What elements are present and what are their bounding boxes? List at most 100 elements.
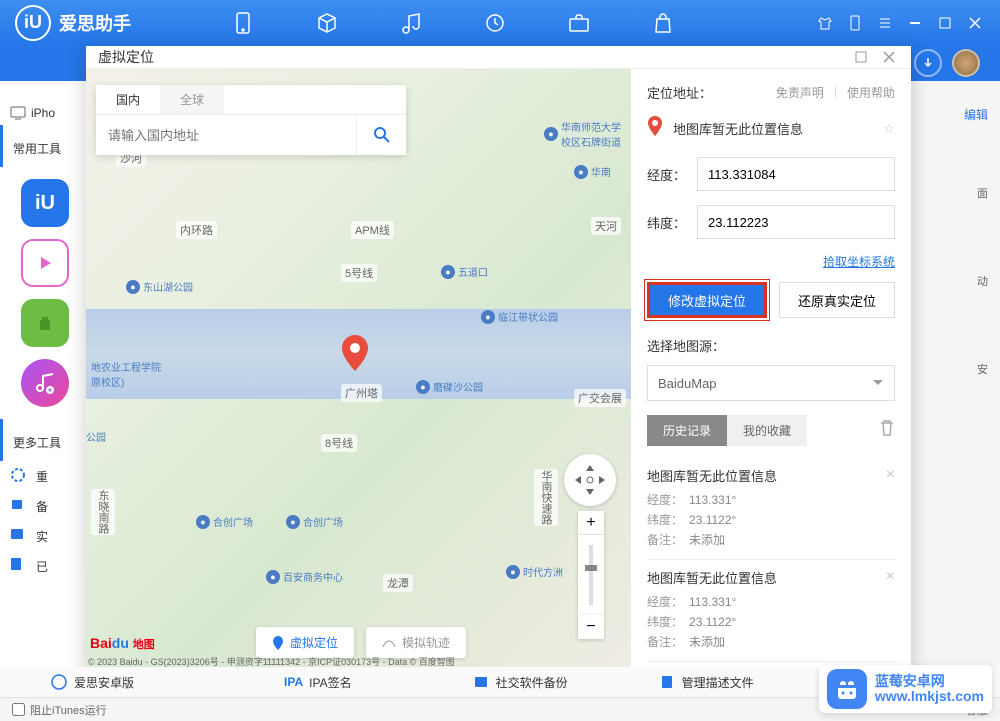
android-icon xyxy=(50,673,68,691)
tool-icon-3[interactable] xyxy=(21,299,69,347)
app-title: 爱思助手 xyxy=(59,10,131,36)
edit-link[interactable]: 编辑 xyxy=(910,100,1000,129)
toolbox-icon[interactable] xyxy=(567,11,591,35)
sb-item-2[interactable]: 实 xyxy=(0,521,90,551)
backup-icon xyxy=(10,497,28,515)
lat-input[interactable] xyxy=(697,205,895,239)
footer-social[interactable]: 社交软件备份 xyxy=(472,673,568,691)
sync-icon[interactable] xyxy=(483,11,507,35)
phone-small-icon[interactable] xyxy=(845,13,865,33)
poi-icon: ● xyxy=(266,570,280,584)
poi-icon: ● xyxy=(196,515,210,529)
bag-icon[interactable] xyxy=(651,11,675,35)
modify-location-button[interactable]: 修改虚拟定位 xyxy=(647,282,767,318)
chevron-down-icon xyxy=(872,379,884,387)
app-header: iU 爱思助手 xyxy=(0,0,1000,45)
doc-icon xyxy=(10,557,28,575)
download-icon[interactable] xyxy=(914,49,942,77)
trash-icon[interactable] xyxy=(879,419,895,442)
virtual-location-btn[interactable]: 虚拟定位 xyxy=(256,627,354,658)
phone-icon[interactable] xyxy=(231,11,255,35)
location-panel: 定位地址： 免责声明 | 使用帮助 地图库暂无此位置信息 ☆ 经度： 纬度： xyxy=(631,69,911,676)
music-icon[interactable] xyxy=(399,11,423,35)
map-source-label: 选择地图源： xyxy=(647,336,895,355)
footer-ipa[interactable]: IPA IPA签名 xyxy=(284,674,352,691)
map-marker-icon[interactable] xyxy=(342,335,368,371)
search-tab-domestic[interactable]: 国内 xyxy=(96,85,160,114)
menu-icon[interactable] xyxy=(875,13,895,33)
modal-titlebar: 虚拟定位 xyxy=(86,46,911,69)
ipa-icon: IPA xyxy=(284,675,303,689)
footer-profile[interactable]: 管理描述文件 xyxy=(658,673,754,691)
left-sidebar: iPho 常用工具 iU 更多工具 重 备 实 已 xyxy=(0,81,90,681)
poi-icon: ● xyxy=(126,280,140,294)
zoom-slider[interactable] xyxy=(578,535,604,615)
tool-icon-1[interactable]: iU xyxy=(21,179,69,227)
search-button[interactable] xyxy=(356,115,406,155)
history-delete-icon[interactable]: × xyxy=(886,466,895,484)
window-controls xyxy=(815,13,985,33)
baidu-logo: Baidu 地图 xyxy=(90,635,155,652)
modal-close-icon[interactable] xyxy=(879,47,899,67)
history-delete-icon[interactable]: × xyxy=(886,568,895,586)
social-icon xyxy=(472,673,490,691)
locate-label: 定位地址： xyxy=(647,83,717,102)
disclaimer-link[interactable]: 免责声明 xyxy=(776,84,824,101)
map-panel[interactable]: ●广州动物园 ●华南师范大学 校区石牌街道 ●华南 沙河 内环路 APM线 5号… xyxy=(86,69,631,676)
avatar-icon[interactable] xyxy=(952,49,980,77)
maximize-icon[interactable] xyxy=(935,13,955,33)
lng-label: 经度： xyxy=(647,165,697,184)
sb-item-0[interactable]: 重 xyxy=(0,461,90,491)
lat-label: 纬度： xyxy=(647,213,697,232)
watermark-icon xyxy=(827,669,867,709)
tool-icon-2[interactable] xyxy=(21,239,69,287)
device-row[interactable]: iPho xyxy=(0,101,90,125)
search-tab-global[interactable]: 全球 xyxy=(160,85,224,114)
poi-icon: ● xyxy=(416,380,430,394)
right-edge: 编辑 面 动 安 xyxy=(910,100,1000,383)
map-pan-control[interactable] xyxy=(564,454,616,506)
section-more-tools: 更多工具 xyxy=(0,419,90,461)
watermark: 蓝莓安卓网 www.lmkjst.com xyxy=(819,665,992,713)
search-input[interactable] xyxy=(96,115,356,155)
history-item[interactable]: 地图库暂无此位置信息 经度：113.331° 纬度：23.1122° 备注：未添… xyxy=(647,458,895,560)
sb-item-3[interactable]: 已 xyxy=(0,551,90,581)
zoom-out-button[interactable]: − xyxy=(578,615,604,639)
shirt-icon[interactable] xyxy=(815,13,835,33)
poi-icon: ● xyxy=(506,565,520,579)
cube-icon[interactable] xyxy=(315,11,339,35)
close-icon[interactable] xyxy=(965,13,985,33)
tab-favorites[interactable]: 我的收藏 xyxy=(727,415,807,446)
poi-icon: ● xyxy=(574,165,588,179)
poi-icon: ● xyxy=(544,127,558,141)
restore-location-button[interactable]: 还原真实定位 xyxy=(779,282,895,318)
modal-maximize-icon[interactable] xyxy=(851,47,871,67)
poi-icon: ● xyxy=(481,310,495,324)
footer-android[interactable]: 爱思安卓版 xyxy=(50,673,134,691)
location-pin-icon xyxy=(647,116,663,141)
zoom-in-button[interactable]: + xyxy=(578,511,604,535)
sb-item-1[interactable]: 备 xyxy=(0,491,90,521)
lng-input[interactable] xyxy=(697,157,895,191)
coord-system-link[interactable]: 拾取坐标系统 xyxy=(823,255,895,269)
logo-icon: iU xyxy=(15,5,51,41)
help-link[interactable]: 使用帮助 xyxy=(847,84,895,101)
map-source-select[interactable]: BaiduMap xyxy=(647,365,895,401)
itunes-checkbox[interactable]: 阻止iTunes运行 xyxy=(12,702,107,718)
profile-icon xyxy=(658,673,676,691)
modal-title: 虚拟定位 xyxy=(98,47,154,67)
loading-icon xyxy=(10,467,28,485)
favorite-toggle[interactable]: ☆ xyxy=(883,121,895,137)
minimize-icon[interactable] xyxy=(905,13,925,33)
tab-history[interactable]: 历史记录 xyxy=(647,415,727,446)
virtual-location-modal: 虚拟定位 ●广州动物园 ●华南师范大学 校区石牌街道 ●华南 沙河 内环路 AP… xyxy=(86,46,911,676)
map-search: 国内 全球 xyxy=(96,85,406,155)
poi-icon: ● xyxy=(441,265,455,279)
main-nav xyxy=(231,11,675,35)
tool-icon-4[interactable] xyxy=(21,359,69,407)
address-text: 地图库暂无此位置信息 xyxy=(673,119,873,138)
realtime-icon xyxy=(10,527,28,545)
history-item[interactable]: 地图库暂无此位置信息 经度：113.331° 纬度：23.1122° 备注：未添… xyxy=(647,560,895,662)
section-common-tools: 常用工具 xyxy=(0,125,90,167)
simulate-track-btn[interactable]: 模拟轨迹 xyxy=(366,627,466,658)
